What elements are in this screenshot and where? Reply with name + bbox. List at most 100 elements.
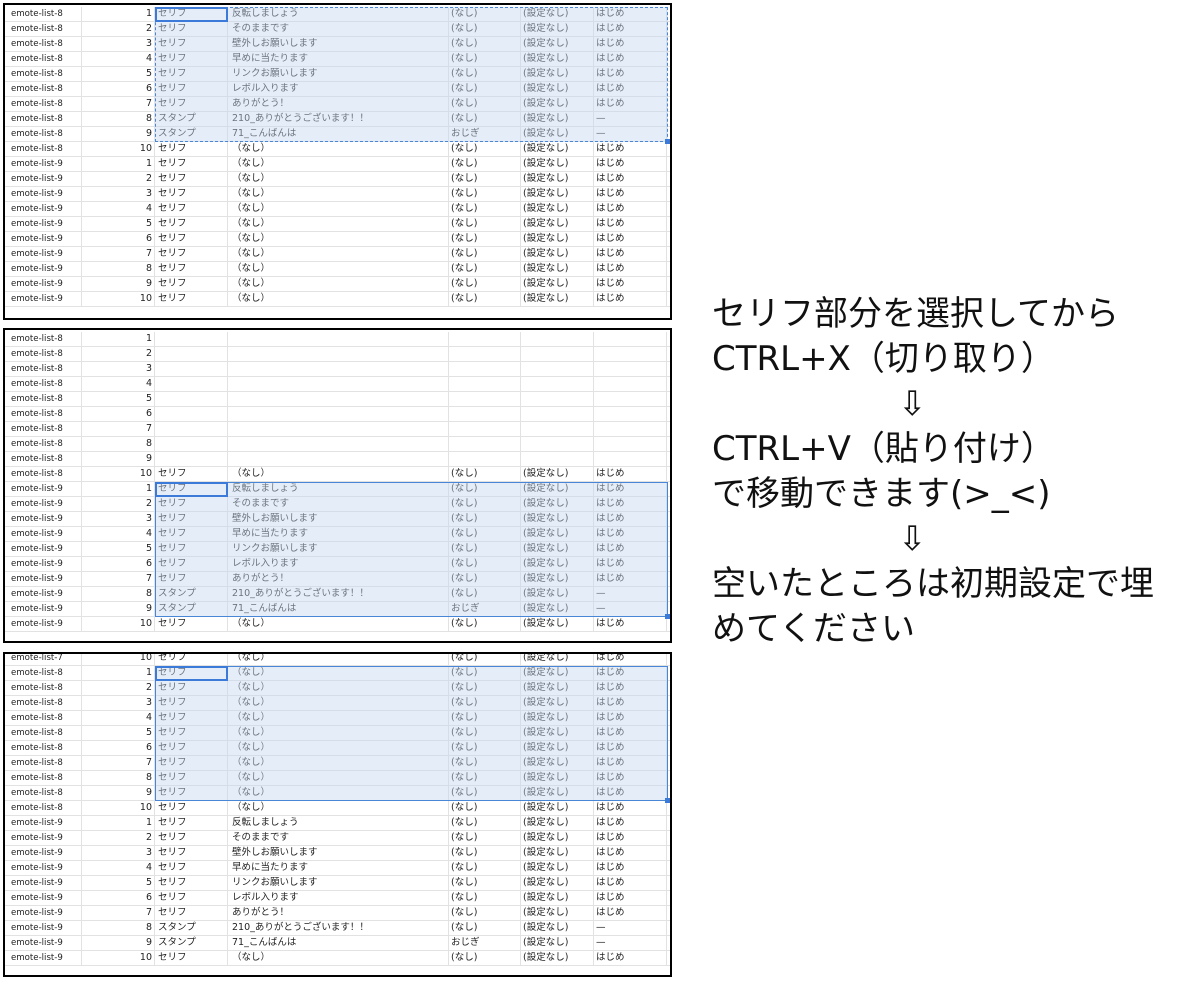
cell-type[interactable]: セリフ <box>155 572 228 587</box>
cell-category[interactable] <box>594 422 667 437</box>
cell-setting[interactable] <box>521 422 594 437</box>
cell-index[interactable]: 7 <box>82 422 155 437</box>
cell-setting[interactable]: (設定なし) <box>521 202 594 217</box>
cell-list-name[interactable]: emote-list-8 <box>5 422 82 437</box>
cell-category[interactable]: — <box>594 127 667 142</box>
cell-setting[interactable] <box>521 347 594 362</box>
cell-list-name[interactable]: emote-list-9 <box>5 617 82 632</box>
cell-index[interactable]: 5 <box>82 876 155 891</box>
cell-action[interactable]: (なし) <box>449 202 521 217</box>
table-row[interactable]: emote-list-8 5 セリフ リンクお願いします (なし) (設定なし) はじめ <box>5 67 670 82</box>
cell-setting[interactable]: (設定なし) <box>521 37 594 52</box>
cell-action[interactable] <box>449 452 521 467</box>
cell-type[interactable]: セリフ <box>155 172 228 187</box>
cell-setting[interactable]: (設定なし) <box>521 831 594 846</box>
cell-list-name[interactable]: emote-list-7 <box>5 654 82 666</box>
cell-type[interactable] <box>155 392 228 407</box>
cell-category[interactable]: はじめ <box>594 816 667 831</box>
cell-type[interactable]: セリフ <box>155 816 228 831</box>
cell-setting[interactable]: (設定なし) <box>521 482 594 497</box>
cell-index[interactable]: 1 <box>82 332 155 347</box>
cell-action[interactable] <box>449 407 521 422</box>
cell-index[interactable]: 3 <box>82 512 155 527</box>
cell-content[interactable]: （なし） <box>228 801 449 816</box>
cell-list-name[interactable]: emote-list-8 <box>5 362 82 377</box>
cell-index[interactable]: 9 <box>82 936 155 951</box>
cell-content[interactable]: （なし） <box>228 262 449 277</box>
cell-list-name[interactable]: emote-list-8 <box>5 52 82 67</box>
cell-category[interactable]: はじめ <box>594 876 667 891</box>
cell-type[interactable]: セリフ <box>155 67 228 82</box>
table-row[interactable]: emote-list-8 7 セリフ （なし） (なし) (設定なし) はじめ <box>5 756 670 771</box>
cell-index[interactable]: 7 <box>82 247 155 262</box>
cell-index[interactable]: 3 <box>82 187 155 202</box>
cell-index[interactable]: 1 <box>82 7 155 22</box>
cell-content[interactable] <box>228 362 449 377</box>
table-row[interactable]: emote-list-8 7 セリフ ありがとう！ (なし) (設定なし) はじめ <box>5 97 670 112</box>
table-row[interactable]: emote-list-8 5 <box>5 392 670 407</box>
cell-action[interactable]: (なし) <box>449 112 521 127</box>
table-row[interactable]: emote-list-9 6 セリフ レボル入ります (なし) (設定なし) はじめ <box>5 891 670 906</box>
cell-index[interactable]: 7 <box>82 756 155 771</box>
table-row[interactable]: emote-list-8 9 <box>5 452 670 467</box>
cell-type[interactable]: セリフ <box>155 527 228 542</box>
cell-setting[interactable]: (設定なし) <box>521 756 594 771</box>
cell-setting[interactable]: (設定なし) <box>521 861 594 876</box>
cell-list-name[interactable]: emote-list-9 <box>5 921 82 936</box>
table-row[interactable]: emote-list-9 4 セリフ 早めに当たります (なし) (設定なし) はじめ <box>5 527 670 542</box>
cell-content[interactable] <box>228 332 449 347</box>
table-row[interactable]: emote-list-9 7 セリフ ありがとう！ (なし) (設定なし) はじめ <box>5 572 670 587</box>
cell-setting[interactable]: (設定なし) <box>521 142 594 157</box>
cell-type[interactable]: セリフ <box>155 756 228 771</box>
cell-category[interactable]: はじめ <box>594 891 667 906</box>
cell-index[interactable]: 8 <box>82 771 155 786</box>
cell-type[interactable]: セリフ <box>155 37 228 52</box>
cell-setting[interactable]: (設定なし) <box>521 726 594 741</box>
cell-content[interactable]: 210_ありがとうございます！！ <box>228 921 449 936</box>
cell-type[interactable] <box>155 332 228 347</box>
cell-action[interactable]: (なし) <box>449 741 521 756</box>
cell-setting[interactable]: (設定なし) <box>521 681 594 696</box>
cell-list-name[interactable]: emote-list-9 <box>5 217 82 232</box>
table-row[interactable]: emote-list-9 10 セリフ （なし） (なし) (設定なし) はじめ <box>5 951 670 966</box>
cell-list-name[interactable]: emote-list-8 <box>5 377 82 392</box>
cell-type[interactable]: セリフ <box>155 557 228 572</box>
cell-list-name[interactable]: emote-list-9 <box>5 846 82 861</box>
cell-type[interactable]: セリフ <box>155 891 228 906</box>
cell-content[interactable]: （なし） <box>228 187 449 202</box>
table-row[interactable]: emote-list-9 2 セリフ そのままです (なし) (設定なし) はじめ <box>5 497 670 512</box>
cell-action[interactable]: (なし) <box>449 22 521 37</box>
cell-type[interactable]: セリフ <box>155 696 228 711</box>
cell-list-name[interactable]: emote-list-9 <box>5 542 82 557</box>
cell-setting[interactable]: (設定なし) <box>521 542 594 557</box>
cell-list-name[interactable]: emote-list-9 <box>5 497 82 512</box>
cell-setting[interactable]: (設定なし) <box>521 172 594 187</box>
cell-action[interactable]: (なし) <box>449 572 521 587</box>
cell-action[interactable]: おじぎ <box>449 936 521 951</box>
cell-action[interactable]: (なし) <box>449 262 521 277</box>
cell-type[interactable]: セリフ <box>155 861 228 876</box>
cell-type[interactable]: セリフ <box>155 876 228 891</box>
cell-action[interactable]: (なし) <box>449 846 521 861</box>
cell-action[interactable]: おじぎ <box>449 127 521 142</box>
table-row[interactable]: emote-list-7 10 セリフ （なし） (なし) (設定なし) はじめ <box>5 654 670 666</box>
cell-action[interactable] <box>449 347 521 362</box>
cell-category[interactable]: はじめ <box>594 906 667 921</box>
cell-setting[interactable]: (設定なし) <box>521 292 594 307</box>
cell-category[interactable]: はじめ <box>594 22 667 37</box>
cell-type[interactable]: セリフ <box>155 726 228 741</box>
cell-action[interactable] <box>449 392 521 407</box>
cell-index[interactable]: 8 <box>82 437 155 452</box>
cell-action[interactable]: (なし) <box>449 951 521 966</box>
table-row[interactable]: emote-list-9 8 スタンプ 210_ありがとうございます！！ (なし) (設定… <box>5 921 670 936</box>
cell-content[interactable]: （なし） <box>228 277 449 292</box>
cell-action[interactable]: (なし) <box>449 542 521 557</box>
cell-category[interactable]: はじめ <box>594 711 667 726</box>
cell-action[interactable]: (なし) <box>449 187 521 202</box>
cell-type[interactable]: セリフ <box>155 951 228 966</box>
cell-index[interactable]: 9 <box>82 786 155 801</box>
cell-action[interactable]: (なし) <box>449 172 521 187</box>
cell-category[interactable]: はじめ <box>594 681 667 696</box>
cell-content[interactable] <box>228 452 449 467</box>
cell-setting[interactable]: (設定なし) <box>521 557 594 572</box>
